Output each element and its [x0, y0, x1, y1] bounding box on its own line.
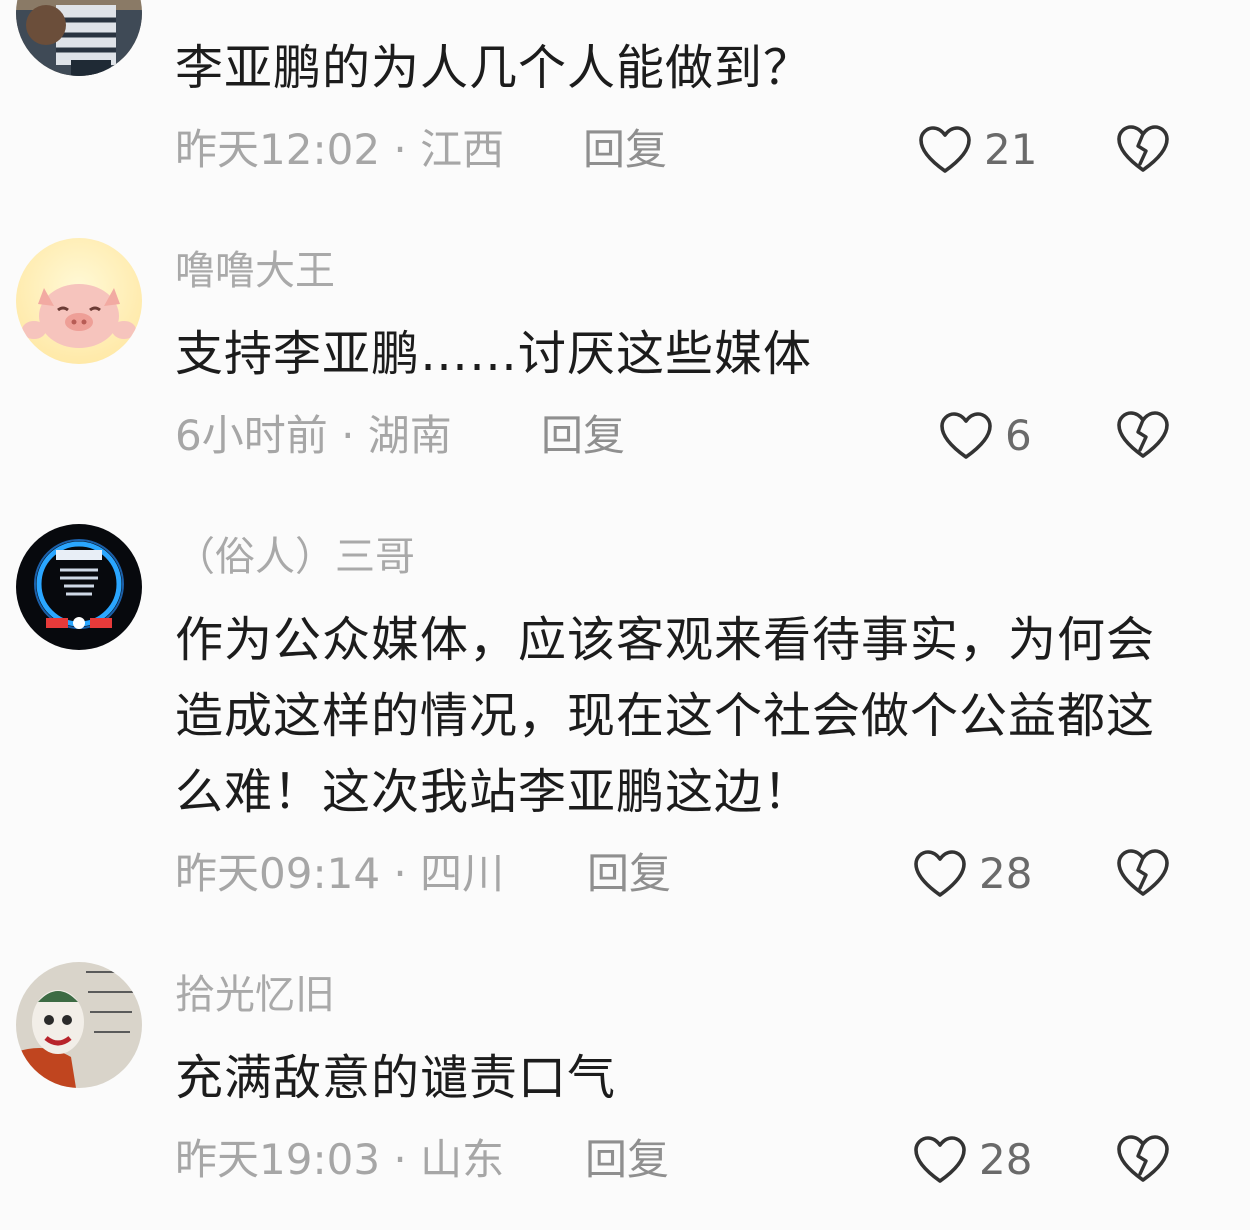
comment-list: 李亚鹏的为人几个人能做到？ 昨天12:02 · 江西 回复 21 噜噜大王 支持… [0, 0, 1250, 1230]
reply-button[interactable]: 回复 [541, 408, 625, 464]
pig-cartoon-avatar-icon [16, 238, 142, 364]
avatar[interactable] [16, 962, 142, 1088]
reply-button[interactable]: 回复 [587, 846, 671, 902]
avatar[interactable] [16, 238, 142, 364]
joker-avatar-icon [16, 962, 142, 1088]
broken-heart-icon [1116, 410, 1170, 460]
comment-location: 江西 [420, 125, 505, 174]
comment-time: 昨天19:03 [175, 1135, 381, 1184]
comment-meta: 昨天09:14 · 四川 [175, 846, 504, 902]
comment-text: 支持李亚鹏……讨厌这些媒体 [175, 326, 813, 382]
like-button[interactable]: 6 [939, 408, 1032, 464]
comment-meta: 昨天19:03 · 山东 [175, 1132, 504, 1188]
dislike-button[interactable] [1116, 848, 1170, 898]
comment-meta: 昨天12:02 · 江西 [175, 122, 504, 178]
meta-separator: · [327, 411, 368, 460]
meta-separator: · [380, 849, 421, 898]
comment-username[interactable]: （俗人）三哥 [175, 532, 415, 582]
comment-username[interactable]: 噜噜大王 [175, 246, 335, 296]
comment-username[interactable]: 拾光忆旧 [175, 970, 335, 1020]
broken-heart-icon [1116, 124, 1170, 174]
comment-text: 充满敌意的谴责口气 [175, 1050, 617, 1106]
avatar[interactable] [16, 0, 142, 76]
heart-outline-icon [913, 849, 967, 899]
broken-heart-icon [1116, 1134, 1170, 1184]
comment-time: 昨天09:14 [175, 849, 381, 898]
neon-circle-avatar-icon [16, 524, 142, 650]
comment-location: 四川 [420, 849, 505, 898]
comment-text: 作为公众媒体，应该客观来看待事实，为何会造成这样的情况，现在这个社会做个公益都这… [175, 612, 1156, 820]
like-button[interactable]: 21 [918, 122, 1037, 178]
comment-location: 山东 [420, 1135, 505, 1184]
meta-separator: · [380, 125, 421, 174]
like-count: 21 [984, 125, 1038, 174]
reply-button[interactable]: 回复 [583, 122, 667, 178]
dog-photo-avatar-icon [16, 0, 142, 76]
reply-button[interactable]: 回复 [585, 1132, 669, 1188]
comment-meta: 6小时前 · 湖南 [175, 408, 452, 464]
dislike-button[interactable] [1116, 1134, 1170, 1184]
avatar[interactable] [16, 524, 142, 650]
broken-heart-icon [1116, 848, 1170, 898]
dislike-button[interactable] [1116, 124, 1170, 174]
comment-time: 6小时前 [175, 411, 328, 460]
like-count: 6 [1005, 411, 1032, 460]
comment-location: 湖南 [367, 411, 452, 460]
like-count: 28 [979, 849, 1033, 898]
comment-time: 昨天12:02 [175, 125, 381, 174]
heart-outline-icon [918, 125, 972, 175]
dislike-button[interactable] [1116, 410, 1170, 460]
meta-separator: · [380, 1135, 421, 1184]
comment-text: 李亚鹏的为人几个人能做到？ [175, 40, 813, 96]
heart-outline-icon [939, 411, 993, 461]
heart-outline-icon [913, 1135, 967, 1185]
like-button[interactable]: 28 [913, 1132, 1032, 1188]
like-count: 28 [979, 1135, 1033, 1184]
like-button[interactable]: 28 [913, 846, 1032, 902]
